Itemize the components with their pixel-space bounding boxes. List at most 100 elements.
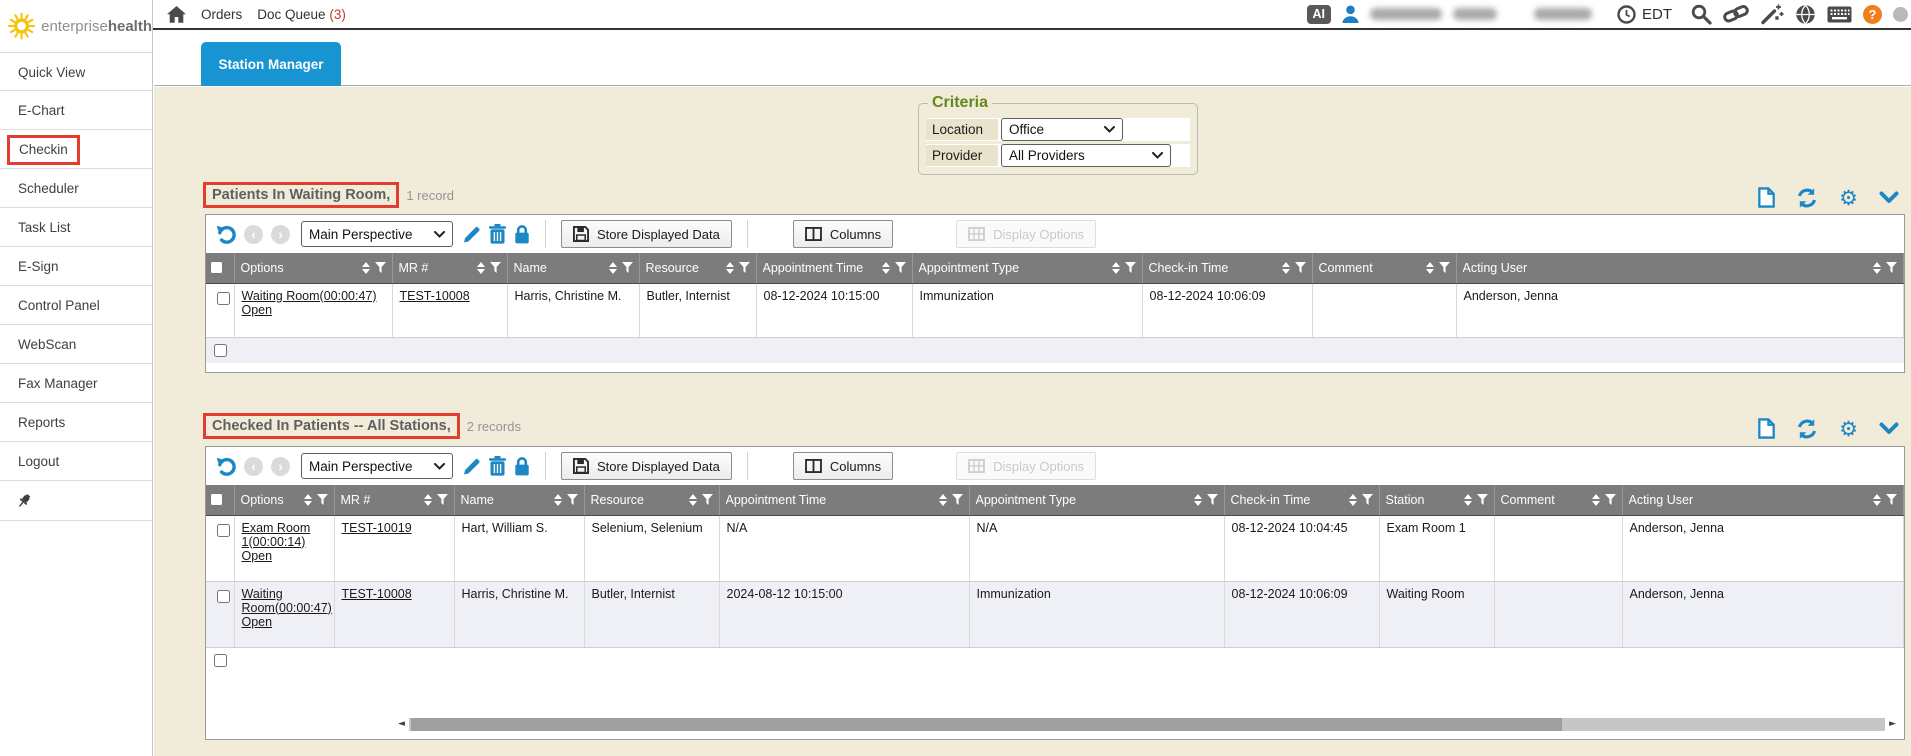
sort-icon[interactable] <box>1426 262 1434 274</box>
column-header[interactable]: MR # <box>334 485 454 515</box>
cell-link[interactable]: Waiting Room(00:00:47) <box>242 587 327 615</box>
column-header[interactable]: MR # <box>392 253 507 283</box>
filter-funnel-icon[interactable] <box>317 494 328 505</box>
gear-icon[interactable]: ⚙ <box>1839 419 1858 439</box>
filter-funnel-icon[interactable] <box>1477 494 1488 505</box>
row-checkbox[interactable] <box>214 344 227 357</box>
cell-link[interactable]: Exam Room 1(00:00:14) <box>242 521 327 549</box>
sort-icon[interactable] <box>424 494 432 506</box>
collapse-chevron-icon[interactable] <box>1879 422 1899 435</box>
filter-funnel-icon[interactable] <box>1295 262 1306 273</box>
columns-button[interactable]: Columns <box>793 220 893 248</box>
filter-funnel-icon[interactable] <box>490 262 501 273</box>
sidebar-item-scheduler[interactable]: Scheduler <box>0 169 152 208</box>
help-icon[interactable]: ? <box>1863 5 1882 24</box>
sidebar-item-e-chart[interactable]: E-Chart <box>0 91 152 130</box>
prev-page-icon[interactable]: ‹ <box>244 225 263 244</box>
horizontal-scrollbar[interactable]: ◄ ► <box>398 716 1896 733</box>
nav-doc-queue[interactable]: Doc Queue (3) <box>257 7 346 22</box>
sort-icon[interactable] <box>362 262 370 274</box>
cell-link[interactable]: TEST-10019 <box>342 521 447 535</box>
filter-funnel-icon[interactable] <box>375 262 386 273</box>
scrollbar-thumb[interactable] <box>411 718 1562 731</box>
sidebar-item-webscan[interactable]: WebScan <box>0 325 152 364</box>
filter-funnel-icon[interactable] <box>1439 262 1450 273</box>
sort-icon[interactable] <box>882 262 890 274</box>
presence-indicator-icon[interactable] <box>1893 7 1908 22</box>
select-all-checkbox[interactable] <box>210 493 223 506</box>
column-header[interactable]: Appointment Time <box>756 253 912 283</box>
pushpin-icon[interactable] <box>16 493 32 509</box>
new-document-icon[interactable] <box>1758 187 1775 208</box>
column-header[interactable]: Station <box>1379 485 1494 515</box>
collapse-chevron-icon[interactable] <box>1879 191 1899 204</box>
filter-funnel-icon[interactable] <box>895 262 906 273</box>
sort-icon[interactable] <box>304 494 312 506</box>
column-header[interactable]: Check-in Time <box>1142 253 1312 283</box>
nav-orders[interactable]: Orders <box>201 7 242 22</box>
home-icon[interactable] <box>167 6 186 23</box>
column-header[interactable]: Appointment Type <box>912 253 1142 283</box>
column-header[interactable]: Options <box>234 485 334 515</box>
column-header[interactable]: Appointment Type <box>969 485 1224 515</box>
lock-perspective-icon[interactable] <box>514 224 530 244</box>
tab-station-manager[interactable]: Station Manager <box>201 42 341 86</box>
sidebar-item-reports[interactable]: Reports <box>0 403 152 442</box>
edit-perspective-icon[interactable] <box>461 225 481 244</box>
cell-link[interactable]: Open <box>242 303 385 317</box>
column-header[interactable]: Name <box>454 485 584 515</box>
new-document-icon[interactable] <box>1758 418 1775 439</box>
filter-funnel-icon[interactable] <box>437 494 448 505</box>
column-header[interactable]: Appointment Time <box>719 485 969 515</box>
select-all-checkbox[interactable] <box>210 261 223 274</box>
filter-funnel-icon[interactable] <box>1605 494 1616 505</box>
search-icon[interactable] <box>1691 4 1712 25</box>
globe-icon[interactable] <box>1795 4 1816 25</box>
sidebar-item-task-list[interactable]: Task List <box>0 208 152 247</box>
lock-perspective-icon[interactable] <box>514 456 530 476</box>
store-displayed-data-button[interactable]: Store Displayed Data <box>561 452 732 480</box>
sort-icon[interactable] <box>1194 494 1202 506</box>
store-displayed-data-button[interactable]: Store Displayed Data <box>561 220 732 248</box>
row-checkbox[interactable] <box>214 654 227 667</box>
cell-link[interactable]: TEST-10008 <box>400 289 500 303</box>
scroll-left-icon[interactable]: ◄ <box>398 720 405 729</box>
filter-funnel-icon[interactable] <box>1886 262 1897 273</box>
row-checkbox[interactable] <box>217 590 230 603</box>
column-header[interactable]: Comment <box>1312 253 1456 283</box>
sort-icon[interactable] <box>1112 262 1120 274</box>
column-header[interactable]: Comment <box>1494 485 1622 515</box>
sort-icon[interactable] <box>1464 494 1472 506</box>
filter-funnel-icon[interactable] <box>1207 494 1218 505</box>
cell-link[interactable]: Waiting Room(00:00:47) <box>242 289 385 303</box>
gear-icon[interactable]: ⚙ <box>1839 188 1858 208</box>
sort-icon[interactable] <box>477 262 485 274</box>
sort-icon[interactable] <box>554 494 562 506</box>
filter-funnel-icon[interactable] <box>1886 494 1897 505</box>
cell-link[interactable]: Open <box>242 549 327 563</box>
perspective-select[interactable]: Main Perspective <box>301 221 453 247</box>
location-select[interactable]: Office <box>1001 118 1123 141</box>
filter-funnel-icon[interactable] <box>702 494 713 505</box>
keyboard-icon[interactable] <box>1827 6 1852 23</box>
column-header[interactable]: Options <box>234 253 392 283</box>
sidebar-item-fax-manager[interactable]: Fax Manager <box>0 364 152 403</box>
scroll-right-icon[interactable]: ► <box>1889 720 1896 729</box>
delete-perspective-icon[interactable] <box>489 456 506 476</box>
refresh-icon[interactable] <box>1796 419 1818 439</box>
sort-icon[interactable] <box>1282 262 1290 274</box>
filter-funnel-icon[interactable] <box>567 494 578 505</box>
column-header[interactable]: Name <box>507 253 639 283</box>
user-icon[interactable] <box>1342 5 1359 23</box>
filter-funnel-icon[interactable] <box>952 494 963 505</box>
scrollbar-track[interactable] <box>409 718 1885 731</box>
clock-icon[interactable] <box>1617 5 1636 24</box>
sort-icon[interactable] <box>726 262 734 274</box>
filter-funnel-icon[interactable] <box>1362 494 1373 505</box>
column-header[interactable]: Check-in Time <box>1224 485 1379 515</box>
prev-page-icon[interactable]: ‹ <box>244 457 263 476</box>
filter-funnel-icon[interactable] <box>622 262 633 273</box>
sidebar-item-checkin[interactable]: Checkin <box>0 130 152 169</box>
column-header[interactable]: Resource <box>584 485 719 515</box>
wand-icon[interactable] <box>1760 3 1784 25</box>
